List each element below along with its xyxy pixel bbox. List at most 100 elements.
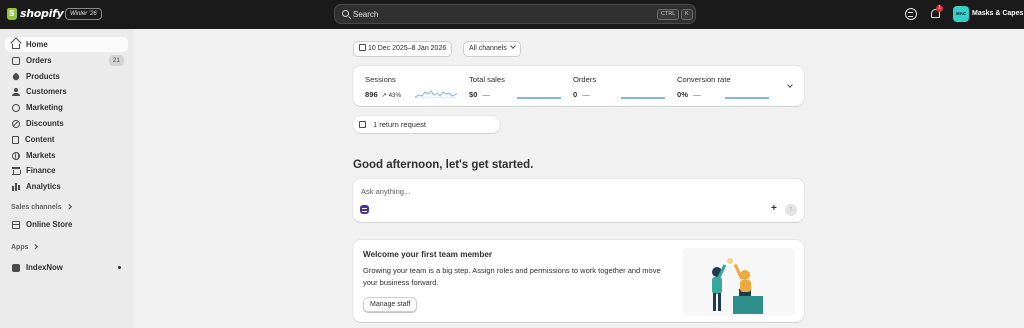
team-high-five-illustration [683, 248, 795, 316]
return-requests-card[interactable]: 1 return request [353, 116, 500, 133]
shopify-logo[interactable]: shopify [7, 7, 64, 20]
date-range-picker[interactable]: 10 Dec 2025–8 Jan 2026 [353, 41, 453, 57]
globe-icon [12, 151, 20, 160]
manage-staff-button[interactable]: Manage staff [363, 297, 418, 312]
edition-badge[interactable]: Winter '26 [65, 8, 102, 20]
notification-count-badge: 1 [936, 5, 943, 12]
metrics-card: Sessions 896 ↗ 43% Total sales $0 — Orders… [353, 66, 804, 106]
orders-sparkline [621, 97, 665, 99]
plus-icon[interactable]: + [771, 203, 777, 214]
channel-filter-label: All channels [469, 45, 507, 52]
sidebar-item-orders[interactable]: Orders 21 [5, 53, 128, 68]
shortcut-k-key: K [681, 9, 693, 20]
sidebar-item-marketing[interactable]: Marketing [5, 100, 128, 115]
sidebar-item-indexnow[interactable]: IndexNow [5, 260, 128, 275]
sidebar-item-label: Discounts [26, 119, 64, 128]
sessions-change: ↗ 43% [381, 92, 401, 99]
chevron-right-icon [65, 203, 71, 209]
sidebar-item-label: Products [26, 72, 60, 81]
store-name[interactable]: Masks & Capes [972, 10, 1023, 17]
sidebar-item-label: Markets [26, 151, 56, 160]
metric-label: Orders [573, 75, 597, 84]
welcome-team-card: Welcome your first team member Growing y… [353, 240, 804, 322]
more-dot-icon[interactable] [118, 266, 121, 269]
apps-heading[interactable]: Apps [11, 243, 38, 251]
sidebar-item-finance[interactable]: Finance [5, 163, 128, 178]
metric-value: 896 ↗ 43% [365, 90, 401, 99]
metric-label: Total sales [469, 75, 505, 84]
conversion-rate-change: — [692, 90, 701, 99]
metric-label: Sessions [365, 75, 396, 84]
return-requests-text: 1 return request [373, 120, 426, 129]
shortcut-ctrl-key: CTRL [657, 9, 680, 20]
apps-label: Apps [11, 244, 29, 251]
home-icon [12, 44, 20, 49]
search-icon [342, 10, 349, 17]
sidebar: Home Orders 21 Products Customers Market… [0, 29, 134, 328]
online-store-icon[interactable] [905, 8, 917, 20]
sidebar-item-content[interactable]: Content [5, 132, 128, 147]
metric-conversion-rate[interactable]: Conversion rate 0% — [677, 75, 731, 99]
chevron-right-icon [32, 243, 38, 249]
sidebar-item-label: Orders [26, 56, 52, 65]
person-icon [12, 87, 20, 96]
ask-input-placeholder[interactable]: Ask anything... [361, 187, 410, 196]
total-sales-change: — [482, 90, 491, 99]
top-bar: shopify Winter '26 Search CTRL K 1 MAC M… [0, 0, 1024, 29]
orders-icon [12, 56, 20, 65]
bank-icon [12, 166, 21, 175]
send-arrow-icon[interactable]: ↑ [785, 204, 797, 216]
sidebar-item-label: Analytics [26, 182, 61, 191]
calendar-icon [359, 44, 366, 51]
sidekick-prompt-box[interactable]: Ask anything... + ↑ [353, 179, 804, 222]
sidekick-icon[interactable] [360, 205, 369, 214]
bar-chart-icon [12, 183, 20, 191]
conversion-rate-value: 0% [677, 90, 688, 99]
orders-count-badge: 21 [108, 55, 124, 66]
chevron-down-icon [509, 43, 516, 49]
conversion-rate-sparkline [725, 97, 769, 99]
store-avatar[interactable]: MAC [953, 6, 969, 22]
date-range-label: 10 Dec 2025–8 Jan 2026 [368, 45, 447, 52]
metric-orders[interactable]: Orders 0— [573, 75, 597, 99]
sessions-value: 896 [365, 90, 378, 99]
sidebar-item-home[interactable]: Home [5, 37, 128, 52]
greeting-heading: Good afternoon, let's get started. [353, 159, 534, 171]
metric-value: 0% — [677, 90, 701, 99]
chevron-down-icon[interactable] [787, 82, 793, 88]
sidebar-item-label: Customers [26, 87, 67, 96]
orders-change: — [582, 90, 590, 99]
metric-value: 0— [573, 90, 590, 99]
sessions-sparkline [415, 90, 457, 99]
total-sales-value: $0 [469, 90, 478, 99]
sidebar-item-analytics[interactable]: Analytics [5, 179, 128, 194]
sidebar-item-markets[interactable]: Markets [5, 148, 128, 163]
search-bar[interactable]: Search CTRL K [334, 4, 696, 24]
sidebar-item-customers[interactable]: Customers [5, 84, 128, 99]
sidebar-item-online-store[interactable]: Online Store [5, 217, 128, 232]
metric-value: $0 — [469, 90, 490, 99]
sidebar-item-label: Home [26, 40, 48, 49]
sales-channels-label: Sales channels [11, 204, 62, 211]
welcome-body: Growing your team is a big step. Assign … [363, 266, 661, 287]
orders-value: 0 [573, 90, 578, 99]
search-placeholder: Search [353, 10, 379, 19]
metric-sessions[interactable]: Sessions 896 ↗ 43% [365, 75, 401, 99]
sidebar-item-label: Content [25, 135, 55, 144]
return-icon [359, 121, 366, 128]
sidebar-item-discounts[interactable]: Discounts [5, 116, 128, 131]
sidebar-item-label: Online Store [26, 220, 73, 229]
metric-label: Conversion rate [677, 75, 731, 84]
sidebar-item-label: IndexNow [26, 263, 63, 272]
content-icon [12, 135, 19, 144]
tag-icon [11, 71, 21, 82]
store-icon [12, 220, 20, 229]
target-icon [12, 103, 20, 112]
logo-text: shopify [20, 7, 64, 20]
channel-filter[interactable]: All channels [463, 41, 521, 57]
metric-total-sales[interactable]: Total sales $0 — [469, 75, 505, 99]
sidebar-item-label: Marketing [26, 103, 63, 112]
sales-channels-heading[interactable]: Sales channels [11, 203, 71, 211]
sidebar-item-products[interactable]: Products [5, 69, 128, 84]
app-icon [12, 263, 20, 272]
